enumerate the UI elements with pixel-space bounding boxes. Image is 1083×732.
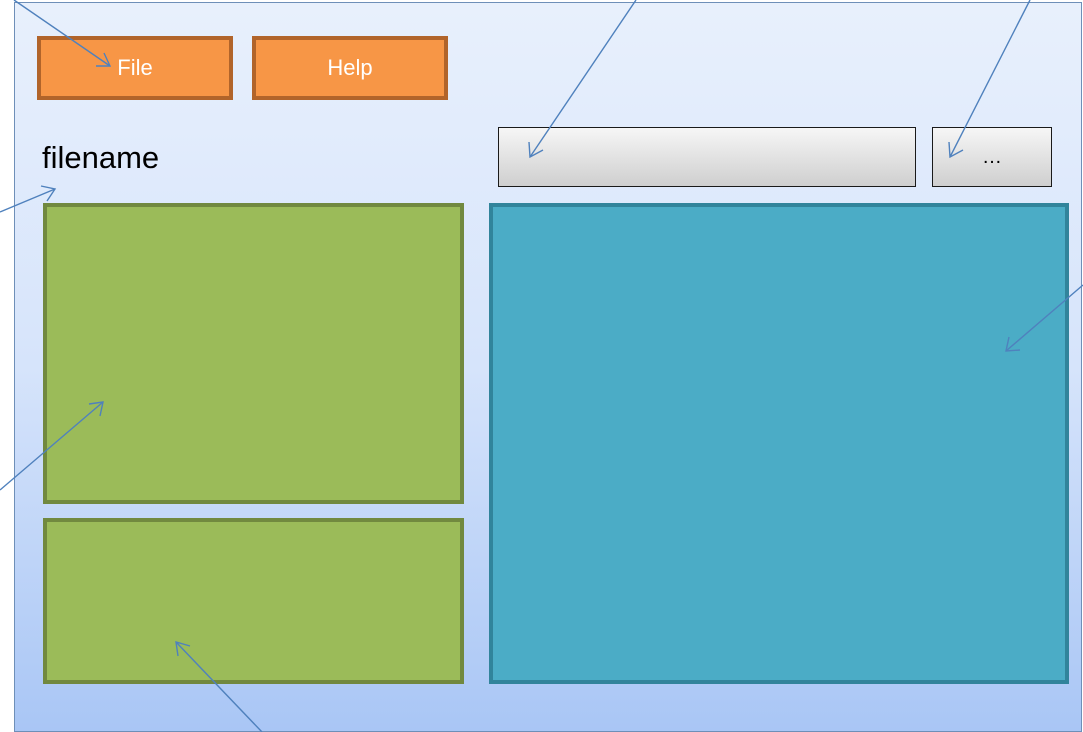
bottom-left-panel[interactable] — [43, 518, 464, 684]
top-left-panel[interactable] — [43, 203, 464, 504]
browse-button[interactable]: … — [932, 127, 1052, 187]
help-menu-button[interactable]: Help — [252, 36, 448, 100]
filename-label: filename — [42, 140, 160, 175]
path-input[interactable] — [498, 127, 916, 187]
right-content-panel[interactable] — [489, 203, 1069, 684]
file-menu-button[interactable]: File — [37, 36, 233, 100]
diagram-canvas: File Help filename … — [0, 0, 1083, 732]
